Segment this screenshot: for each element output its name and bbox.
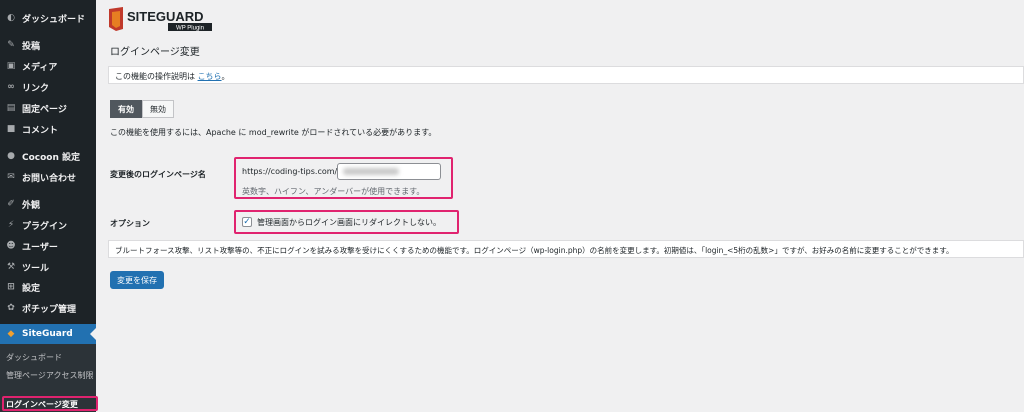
sidebar-item-label: コメント	[22, 125, 59, 136]
notice-suffix: 。	[221, 72, 230, 81]
sidebar-item-cocoon[interactable]: ● Cocoon 設定	[0, 146, 96, 166]
sidebar-item-label: 固定ページ	[22, 104, 67, 115]
paw-icon: ✿	[7, 303, 15, 313]
option-label: オプション	[110, 219, 150, 228]
redirect-option-label[interactable]: 管理画面からログイン画面にリダイレクトしない。	[257, 217, 441, 228]
notice-text: この機能の操作説明は	[115, 72, 195, 81]
sidebar-item-label: ツール	[22, 263, 50, 274]
admin-sidebar: ◐ ダッシュボード ✎ 投稿 ▣ メディア ∞ リンク ▤ 固定ページ ■ コメント ● Co…	[0, 0, 98, 412]
sidebar-item-label: SiteGuard	[22, 329, 73, 339]
media-icon: ▣	[6, 61, 16, 71]
siteguard-logo: SITEGUARD WP Plugin	[109, 7, 212, 32]
sidebar-item-siteguard[interactable]: ◆ SiteGuard	[0, 324, 96, 344]
sidebar-item-links[interactable]: ∞ リンク	[0, 77, 96, 97]
sidebar-item-label: ポチップ管理	[22, 304, 77, 315]
sidebar-item-label: 設定	[22, 283, 41, 294]
login-name-label: 変更後のログインページ名	[110, 170, 206, 179]
sidebar-item-users[interactable]: ☻ ユーザー	[0, 236, 96, 256]
submenu-item-admin-filter[interactable]: 管理ページアクセス制限	[6, 370, 94, 381]
plugin-icon: ⚡	[7, 220, 15, 230]
submenu-item-dashboard[interactable]: ダッシュボード	[6, 352, 94, 363]
sidebar-item-plugins[interactable]: ⚡ プラグイン	[0, 215, 96, 235]
brush-icon: ✐	[7, 199, 15, 209]
sidebar-item-label: Cocoon 設定	[22, 152, 81, 163]
sidebar-item-label: プラグイン	[22, 221, 68, 232]
sidebar-item-media[interactable]: ▣ メディア	[0, 56, 96, 76]
sidebar-item-label: 投稿	[22, 41, 41, 52]
comment-icon: ■	[6, 124, 16, 134]
redirect-option-checkbox[interactable]: ✓	[242, 217, 252, 227]
url-prefix: https://coding-tips.com/	[242, 167, 338, 176]
sidebar-item-pochipp[interactable]: ✿ ポチップ管理	[0, 298, 96, 318]
siteguard-icon: ◆	[7, 329, 15, 339]
mail-icon: ✉	[7, 172, 15, 182]
wrench-icon: ⚒	[6, 262, 16, 272]
notice-help-link[interactable]: こちら	[198, 72, 222, 81]
sidebar-item-label: メディア	[22, 62, 58, 73]
toggle-enable-button[interactable]: 有効	[110, 100, 142, 118]
redacted-value	[343, 168, 399, 175]
page-icon: ▤	[6, 103, 16, 113]
sidebar-item-dashboard[interactable]: ◐ ダッシュボード	[0, 8, 96, 28]
sidebar-item-label: リンク	[22, 83, 50, 94]
dashboard-icon: ◐	[7, 13, 15, 23]
sidebar-item-contact[interactable]: ✉ お問い合わせ	[0, 167, 96, 187]
sidebar-item-posts[interactable]: ✎ 投稿	[0, 35, 96, 55]
cocoon-icon: ●	[7, 151, 15, 161]
feature-description: ブルートフォース攻撃、リスト攻撃等の、不正にログインを試みる攻撃を受けにくくする…	[108, 240, 1024, 258]
feature-toggle: 有効 無効	[110, 100, 174, 118]
requirement-text: この機能を使用するには、Apache に mod_rewrite がロードされて…	[110, 128, 437, 137]
sidebar-item-label: ユーザー	[22, 242, 58, 253]
login-name-hint: 英数字、ハイフン、アンダーバーが使用できます。	[242, 187, 425, 196]
settings-icon: ⊞	[7, 282, 15, 292]
sidebar-item-settings[interactable]: ⊞ 設定	[0, 277, 96, 297]
pin-icon: ✎	[7, 40, 15, 50]
user-icon: ☻	[6, 241, 16, 251]
logo-text: SITEGUARD	[127, 9, 204, 24]
active-menu-arrow	[90, 328, 96, 340]
sidebar-item-pages[interactable]: ▤ 固定ページ	[0, 98, 96, 118]
link-icon: ∞	[7, 82, 15, 92]
highlight-box-submenu	[2, 396, 98, 411]
save-changes-button[interactable]: 変更を保存	[110, 271, 164, 289]
help-notice: この機能の操作説明は こちら。	[108, 66, 1024, 84]
logo-subtext: WP Plugin	[176, 26, 204, 32]
sidebar-item-tools[interactable]: ⚒ ツール	[0, 257, 96, 277]
sidebar-item-label: ダッシュボード	[22, 14, 86, 25]
sidebar-item-label: 外観	[22, 200, 41, 211]
page-title: ログインページ変更	[110, 47, 200, 58]
sidebar-item-comments[interactable]: ■ コメント	[0, 119, 96, 139]
sidebar-item-appearance[interactable]: ✐ 外観	[0, 194, 96, 214]
toggle-disable-button[interactable]: 無効	[142, 100, 174, 118]
sidebar-item-label: お問い合わせ	[22, 173, 77, 184]
